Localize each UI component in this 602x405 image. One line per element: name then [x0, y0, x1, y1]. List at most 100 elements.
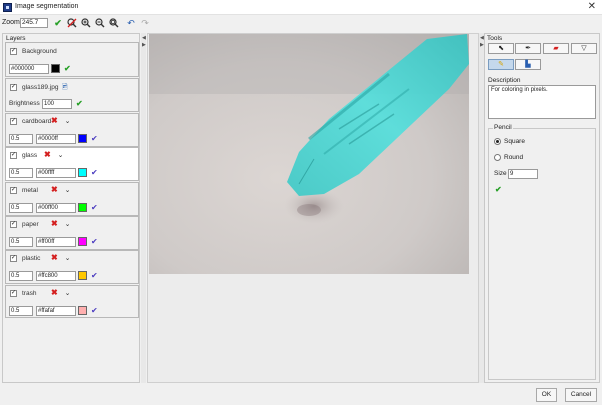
color-input[interactable]: #ffc800 [36, 271, 76, 281]
color-input[interactable]: #00ffff [36, 168, 76, 178]
background-color-swatch[interactable] [51, 64, 60, 73]
layer-paper: ✓ paper ✖ ⌄ 0.5 #ff00ff ✔ [5, 216, 139, 250]
layer-label: cardboard [22, 118, 52, 125]
redo-icon[interactable]: ↷ [140, 18, 150, 28]
background-label: Background [22, 48, 57, 55]
pencil-tool-button[interactable]: ✎ [488, 59, 514, 70]
color-swatch[interactable] [78, 203, 87, 212]
delete-layer-icon[interactable]: ✖ [51, 116, 58, 125]
layer-image: ✓ glass189.jpg 🖻 Brightness 100 ✔ [5, 78, 139, 112]
title-bar: Image segmentation ✕ [0, 0, 602, 15]
square-label: Square [504, 138, 525, 145]
ok-button[interactable]: OK [536, 388, 557, 402]
description-textarea[interactable]: For coloring in pixels. [488, 85, 596, 119]
delete-layer-icon[interactable]: ✖ [44, 150, 51, 159]
chevron-down-icon[interactable]: ⌄ [63, 220, 72, 229]
delete-layer-icon[interactable]: ✖ [51, 288, 58, 297]
layer-plastic: ✓ plastic ✖ ⌄ 0.5 #ffc800 ✔ [5, 250, 139, 284]
delete-layer-icon[interactable]: ✖ [51, 219, 58, 228]
undo-icon[interactable]: ↶ [126, 18, 136, 28]
chevron-down-icon[interactable]: ⌄ [63, 289, 72, 298]
left-splitter[interactable]: ◀ ▶ [141, 33, 146, 383]
chevron-down-icon[interactable]: ⌄ [56, 151, 65, 160]
app-icon [3, 3, 12, 12]
apply-color-icon[interactable]: ✔ [91, 271, 98, 280]
color-input[interactable]: #0000ff [36, 134, 76, 144]
layer-label: plastic [22, 255, 41, 262]
segmentation-image[interactable] [149, 34, 469, 274]
delete-layer-icon[interactable]: ✖ [51, 185, 58, 194]
image-visible-checkbox[interactable]: ✓ [10, 84, 17, 91]
size-input[interactable]: 9 [508, 169, 538, 179]
background-color-field[interactable]: #000000 [9, 64, 49, 74]
layer-visible-checkbox[interactable]: ✓ [10, 221, 17, 228]
cancel-button[interactable]: Cancel [565, 388, 597, 402]
description-title: Description [488, 77, 521, 84]
pen-tool-button[interactable]: ✒ [515, 43, 541, 54]
layer-trash: ✓ trash ✖ ⌄ 0.5 #ffafaf ✔ [5, 285, 139, 318]
round-label: Round [504, 154, 524, 161]
eraser-tool-button[interactable]: ▰ [543, 43, 569, 54]
chevron-down-icon[interactable]: ⌄ [63, 186, 72, 195]
apply-color-icon[interactable]: ✔ [91, 203, 98, 212]
layer-label: metal [22, 187, 38, 194]
toolbar: Zoom 245.7 ✔ ↶ ↷ [0, 15, 602, 31]
chevron-down-icon[interactable]: ⌄ [63, 117, 72, 126]
layer-label: glass [22, 152, 38, 159]
image-open-icon[interactable]: 🖻 [62, 83, 68, 94]
size-apply-icon[interactable]: ✔ [495, 185, 502, 194]
brightness-input[interactable]: 100 [42, 99, 72, 109]
opacity-input[interactable]: 0.5 [9, 168, 33, 178]
rectangle-icon: ▙ [525, 61, 531, 68]
pencil-icon: ✎ [498, 61, 504, 68]
background-apply-icon[interactable]: ✔ [64, 64, 71, 73]
layer-visible-checkbox[interactable]: ✓ [10, 255, 17, 262]
brightness-label: Brightness [9, 100, 40, 107]
size-label: Size [494, 170, 507, 177]
apply-color-icon[interactable]: ✔ [91, 306, 98, 315]
apply-color-icon[interactable]: ✔ [91, 168, 98, 177]
layer-cardboard: ✓ cardboard ✖ ⌄ 0.5 #0000ff ✔ [5, 113, 139, 147]
opacity-input[interactable]: 0.5 [9, 203, 33, 213]
color-swatch[interactable] [78, 271, 87, 280]
brightness-apply-icon[interactable]: ✔ [76, 99, 83, 108]
select-tool-button[interactable]: ⬉ [488, 43, 514, 54]
pencil-title: Pencil [493, 124, 513, 131]
layer-visible-checkbox[interactable]: ✓ [10, 152, 17, 159]
window-title: Image segmentation [15, 3, 79, 10]
layer-visible-checkbox[interactable]: ✓ [10, 187, 17, 194]
color-input[interactable]: #00ff00 [36, 203, 76, 213]
background-visible-checkbox[interactable]: ✓ [10, 48, 17, 55]
opacity-input[interactable]: 0.5 [9, 134, 33, 144]
apply-check-icon[interactable]: ✔ [53, 18, 63, 28]
expand-left-icon[interactable]: ▶ [142, 42, 146, 48]
apply-color-icon[interactable]: ✔ [91, 134, 98, 143]
rectangle-tool-button[interactable]: ▙ [515, 59, 541, 70]
color-swatch[interactable] [78, 134, 87, 143]
square-radio[interactable] [494, 138, 501, 145]
delete-layer-icon[interactable]: ✖ [51, 253, 58, 262]
layer-visible-checkbox[interactable]: ✓ [10, 290, 17, 297]
opacity-input[interactable]: 0.5 [9, 271, 33, 281]
fill-tool-button[interactable]: ▽ [571, 43, 597, 54]
round-radio[interactable] [494, 154, 501, 161]
apply-color-icon[interactable]: ✔ [91, 237, 98, 246]
tools-title: Tools [487, 35, 503, 42]
zoom-in-icon[interactable] [81, 18, 91, 28]
color-input[interactable]: #ffafaf [36, 306, 76, 316]
color-swatch[interactable] [78, 237, 87, 246]
zoom-fit-icon[interactable] [109, 18, 119, 28]
color-input[interactable]: #ff00ff [36, 237, 76, 247]
layer-visible-checkbox[interactable]: ✓ [10, 118, 17, 125]
zoom-reset-icon[interactable] [67, 18, 77, 28]
color-swatch[interactable] [78, 306, 87, 315]
zoom-out-icon[interactable] [95, 18, 105, 28]
color-swatch[interactable] [78, 168, 87, 177]
opacity-input[interactable]: 0.5 [9, 306, 33, 316]
close-icon[interactable]: ✕ [588, 1, 596, 12]
chevron-down-icon[interactable]: ⌄ [63, 254, 72, 263]
collapse-left-icon[interactable]: ◀ [142, 35, 146, 41]
image-canvas[interactable] [147, 33, 479, 383]
zoom-input[interactable]: 245.7 [20, 18, 48, 28]
opacity-input[interactable]: 0.5 [9, 237, 33, 247]
